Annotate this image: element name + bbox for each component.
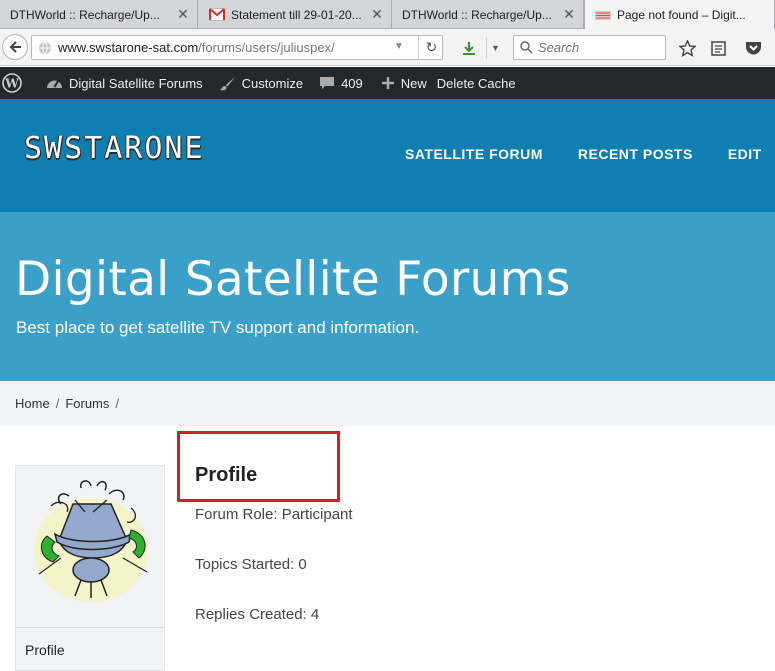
new-label: New — [400, 75, 427, 91]
globe-icon — [39, 41, 51, 55]
browser-tab[interactable]: Statement till 29-01-20... ✕ — [199, 0, 392, 29]
browser-toolbar: www.swstarone-sat.com/forums/users/juliu… — [0, 29, 775, 66]
reading-list-button[interactable] — [708, 38, 728, 58]
star-icon — [678, 39, 696, 57]
hero-banner: Digital Satellite Forums Best place to g… — [0, 212, 775, 381]
user-sidebar: Profile — [15, 465, 165, 671]
search-input[interactable] — [538, 40, 648, 55]
replies-created: Replies Created: 4 — [195, 606, 320, 623]
breadcrumb-home[interactable]: Home — [15, 396, 50, 411]
reload-icon: ↻ — [425, 39, 438, 55]
breadcrumb-separator: / — [115, 396, 119, 411]
nav-edit[interactable]: EDIT — [728, 146, 762, 162]
breadcrumb-forums[interactable]: Forums — [65, 396, 109, 411]
delete-cache-label: Delete Cache — [436, 75, 516, 91]
wp-logo-button[interactable]: W — [0, 67, 36, 99]
wordpress-icon: W — [2, 73, 22, 93]
site-header: SWSTARONE SATELLITE FORUM RECENT POSTS E… — [0, 99, 775, 212]
close-icon[interactable]: ✕ — [561, 6, 577, 23]
url-dropdown-icon[interactable]: ▼ — [394, 41, 404, 52]
nav-satellite-forum[interactable]: SATELLITE FORUM — [405, 146, 543, 162]
delete-cache-link[interactable]: Delete Cache — [435, 67, 524, 99]
clipboard-icon — [710, 41, 726, 56]
search-box[interactable] — [513, 35, 666, 60]
comments-link[interactable]: 409 — [311, 67, 371, 99]
main-navigation: SATELLITE FORUM RECENT POSTS EDIT — [405, 146, 775, 162]
plus-icon — [381, 77, 394, 89]
tab-label: DTHWorld :: Recharge/Up... — [10, 7, 160, 22]
search-icon — [520, 41, 533, 54]
url-domain: www.swstarone-sat.com — [58, 40, 199, 55]
user-avatar[interactable] — [31, 478, 153, 602]
forum-role: Forum Role: Participant — [195, 506, 353, 523]
nav-recent-posts[interactable]: RECENT POSTS — [578, 146, 693, 162]
breadcrumb: Home / Forums / — [0, 381, 775, 426]
chevron-down-icon: ▼ — [491, 43, 500, 53]
topics-started: Topics Started: 0 — [195, 556, 307, 573]
svg-text:W: W — [4, 77, 19, 91]
paintbrush-icon — [219, 76, 235, 90]
customize-label: Customize — [241, 75, 304, 91]
tab-label: Statement till 29-01-20... — [231, 7, 362, 22]
breadcrumb-separator: / — [55, 396, 60, 411]
close-icon[interactable]: ✕ — [175, 6, 191, 23]
reload-button[interactable]: ↻ — [418, 35, 444, 60]
back-button[interactable] — [2, 34, 28, 60]
wp-admin-bar: W Digital Satellite Forums Customize 409… — [0, 67, 775, 99]
browser-tab-active[interactable]: Page not found – Digit... — [584, 0, 775, 30]
url-text: www.swstarone-sat.com/forums/users/juliu… — [58, 40, 335, 55]
browser-tab-strip: DTHWorld :: Recharge/Up... ✕ Statement t… — [0, 0, 775, 30]
gmail-icon — [209, 8, 225, 21]
close-icon[interactable]: ✕ — [369, 6, 385, 23]
download-icon — [463, 42, 475, 55]
back-arrow-icon — [9, 41, 21, 53]
url-path: /forums/users/juliuspex/ — [198, 40, 335, 55]
site-name-link[interactable]: Digital Satellite Forums — [36, 67, 211, 99]
site-tagline: Best place to get satellite TV support a… — [16, 318, 420, 337]
site-name: Digital Satellite Forums — [69, 75, 203, 91]
comments-count: 409 — [341, 75, 363, 91]
site-favicon-icon — [595, 10, 611, 20]
browser-tab[interactable]: DTHWorld :: Recharge/Up... ✕ — [0, 0, 198, 29]
tab-label: DTHWorld :: Recharge/Up... — [402, 7, 552, 22]
tab-label: Page not found – Digit... — [617, 8, 746, 22]
pocket-icon — [745, 42, 761, 55]
download-button[interactable] — [455, 37, 483, 59]
browser-tab[interactable]: DTHWorld :: Recharge/Up... ✕ — [392, 0, 584, 29]
new-content-link[interactable]: New — [371, 67, 435, 99]
site-logo[interactable]: SWSTARONE — [24, 131, 205, 166]
customize-link[interactable]: Customize — [211, 67, 311, 99]
address-bar[interactable]: www.swstarone-sat.com/forums/users/juliu… — [31, 35, 443, 60]
profile-heading: Profile — [195, 464, 258, 486]
bookmark-star-button[interactable] — [677, 38, 697, 58]
pocket-button[interactable] — [743, 38, 763, 58]
dashboard-icon — [47, 79, 62, 88]
download-dropdown[interactable]: ▼ — [486, 37, 504, 59]
sidebar-profile-link[interactable]: Profile — [16, 627, 164, 671]
page-title: Digital Satellite Forums — [15, 252, 571, 307]
comment-icon — [320, 76, 335, 89]
